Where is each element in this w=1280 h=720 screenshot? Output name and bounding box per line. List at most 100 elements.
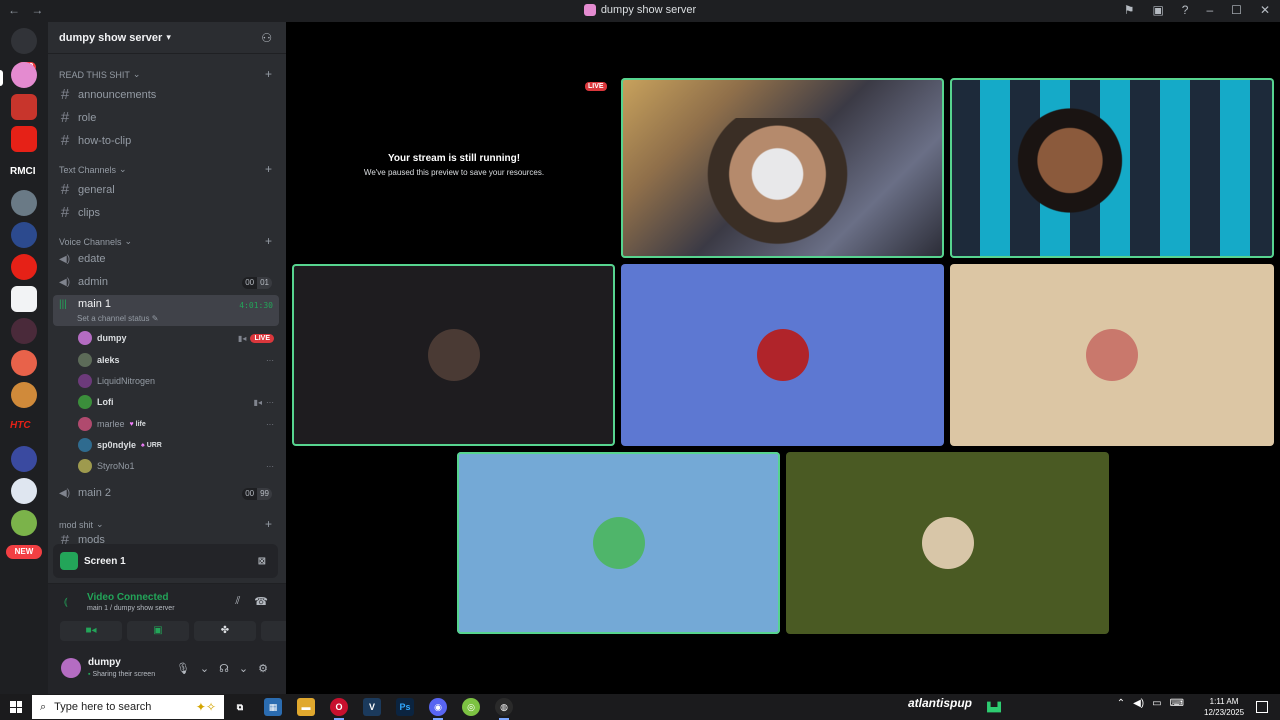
opera-icon[interactable]: O: [330, 698, 348, 720]
vegas-icon[interactable]: V: [363, 698, 381, 716]
maximize-button[interactable]: ☐: [1231, 3, 1242, 17]
guild-chart[interactable]: [11, 286, 37, 312]
minimize-button[interactable]: –: [1206, 3, 1213, 17]
channel-general[interactable]: # general: [59, 181, 115, 198]
stop-stream-icon[interactable]: ⊠: [258, 556, 266, 567]
close-button[interactable]: ✕: [1260, 3, 1270, 17]
camera-button[interactable]: ■◂: [60, 621, 122, 641]
disconnect-icon[interactable]: ☎: [254, 595, 268, 608]
voice-channel-main-2[interactable]: ◀) main 2: [59, 487, 111, 499]
network-icon[interactable]: ▭: [1152, 698, 1161, 709]
voice-channel-admin[interactable]: ◀) admin: [59, 276, 108, 288]
avatar: [1086, 329, 1138, 381]
guild-rmci-label[interactable]: RMCI: [10, 166, 36, 177]
participant-tile-3[interactable]: [950, 264, 1274, 446]
taskbar-search[interactable]: ⌕ Type here to search ✦✧: [32, 695, 224, 719]
category-mod[interactable]: mod shit ⌄: [59, 519, 104, 530]
photoshop-icon[interactable]: Ps: [396, 698, 414, 716]
paused-stream-tile[interactable]: Your stream is still running! We've paus…: [292, 78, 616, 258]
guild-rfc[interactable]: [11, 94, 37, 120]
video-tile-cam-2[interactable]: [950, 78, 1274, 258]
chevron-up-icon[interactable]: ⌃: [1117, 698, 1125, 709]
voice-channel-main-1[interactable]: ||| main 1: [59, 298, 111, 310]
dm-home-icon[interactable]: [11, 28, 37, 54]
task-view-icon[interactable]: ⧉: [231, 698, 249, 716]
audio-visualizer-icon[interactable]: ▙▟: [985, 698, 1003, 716]
app-icon-green[interactable]: ◎: [462, 698, 480, 716]
guild-dumpy-show-server[interactable]: [11, 62, 37, 88]
guild-ring[interactable]: [11, 350, 37, 376]
guild-crest[interactable]: [11, 222, 37, 248]
add-channel-icon[interactable]: +: [265, 517, 272, 531]
channel-mods[interactable]: # mods: [59, 535, 105, 544]
category-read[interactable]: READ THIS SHIT ⌄: [59, 69, 140, 80]
screen-share-button[interactable]: ▣: [127, 621, 189, 641]
voice-member-liquidnitrogen[interactable]: LiquidNitrogen: [78, 373, 274, 389]
add-channel-icon[interactable]: +: [265, 234, 272, 248]
guild-character[interactable]: [11, 382, 37, 408]
participant-tile-5[interactable]: [786, 452, 1109, 634]
participant-tile-2[interactable]: [621, 264, 944, 446]
guild-anime[interactable]: [11, 318, 37, 344]
app-icon-store[interactable]: ▦: [264, 698, 282, 716]
avatar[interactable]: [61, 658, 81, 678]
guild-raccoon[interactable]: [11, 190, 37, 216]
user-count-main-2: 00 99: [242, 488, 272, 500]
signal-icon[interactable]: ⦅: [64, 596, 68, 609]
channel-announcements[interactable]: # announcements: [59, 86, 156, 103]
pin-icon[interactable]: ⚑: [1124, 3, 1135, 17]
avatar: [78, 374, 92, 388]
voice-member-dumpy[interactable]: dumpy ▮◂ LIVE: [78, 330, 274, 346]
guild-htc-label[interactable]: HTC: [10, 420, 31, 431]
add-channel-icon[interactable]: +: [265, 162, 272, 176]
voice-member-aleks[interactable]: aleks ···: [78, 352, 274, 368]
guild-youtube[interactable]: [11, 126, 37, 152]
category-text[interactable]: Text Channels ⌄: [59, 164, 127, 175]
voice-member-sp0ndyle[interactable]: sp0ndyle ♠ URR: [78, 437, 274, 453]
category-voice[interactable]: Voice Channels ⌄: [59, 236, 132, 247]
user-panel: dumpy ▪ Sharing their screen 🎙︎ ⌄ ☊ ⌄ ⚙: [48, 651, 286, 694]
channel-how-to-clip[interactable]: # how-to-clip: [59, 132, 131, 149]
windows-start-icon[interactable]: [10, 701, 22, 713]
obs-icon[interactable]: ◍: [495, 698, 513, 720]
add-channel-icon[interactable]: +: [265, 67, 272, 81]
voice-status[interactable]: Video Connected: [87, 592, 169, 603]
voice-activity-icon: |||: [59, 298, 67, 310]
discord-icon[interactable]: ◉: [429, 698, 447, 720]
username[interactable]: dumpy: [88, 657, 121, 668]
channel-status-input[interactable]: Set a channel status ✎: [77, 314, 158, 323]
selected-pill: [0, 70, 3, 86]
channel-role[interactable]: # role: [59, 109, 97, 126]
chevron-down-icon[interactable]: ⌄: [239, 662, 248, 675]
guild-shoe[interactable]: [11, 478, 37, 504]
chevron-down-icon[interactable]: ⌄: [200, 662, 209, 675]
notification-icon[interactable]: [1256, 701, 1268, 713]
mic-icon[interactable]: 🎙︎: [176, 662, 190, 675]
screen-share-card[interactable]: Screen 1 ⊠: [53, 544, 278, 578]
headphones-icon[interactable]: ☊: [219, 662, 229, 675]
guild-person[interactable]: [11, 446, 37, 472]
clock[interactable]: 1:11 AM 12/23/2025: [1204, 696, 1244, 718]
system-tray: ⌃ ◀) ▭ ⌨: [1117, 698, 1184, 709]
volume-icon[interactable]: ◀): [1133, 698, 1144, 709]
noise-suppression-icon[interactable]: ⫽: [235, 595, 240, 608]
voice-channel-edate[interactable]: ◀) edate: [59, 253, 106, 265]
activities-button[interactable]: ✤: [194, 621, 256, 641]
participant-tile-4[interactable]: [457, 452, 780, 634]
sparkle-icon: ✦✧: [195, 700, 216, 714]
voice-member-styrono1[interactable]: StyroNo1 ···: [78, 458, 274, 474]
settings-gear-icon[interactable]: ⚙: [258, 662, 268, 675]
participant-tile-1[interactable]: [292, 264, 615, 446]
invite-icon[interactable]: ⚇: [261, 31, 272, 45]
help-icon[interactable]: ?: [1182, 3, 1189, 17]
video-tile-cam-1[interactable]: [621, 78, 944, 258]
guild-green[interactable]: [11, 510, 37, 536]
voice-member-marlee[interactable]: marlee ♥ life ···: [78, 416, 274, 432]
voice-member-lofi[interactable]: Lofi ▮◂ ···: [78, 394, 274, 410]
keyboard-icon[interactable]: ⌨: [1170, 698, 1184, 709]
inbox-icon[interactable]: ▣: [1152, 3, 1163, 17]
server-header[interactable]: dumpy show server ▾ ⚇: [48, 22, 286, 54]
channel-clips[interactable]: # clips: [59, 204, 100, 221]
file-explorer-icon[interactable]: ▬: [297, 698, 315, 716]
guild-youtube-2[interactable]: [11, 254, 37, 280]
